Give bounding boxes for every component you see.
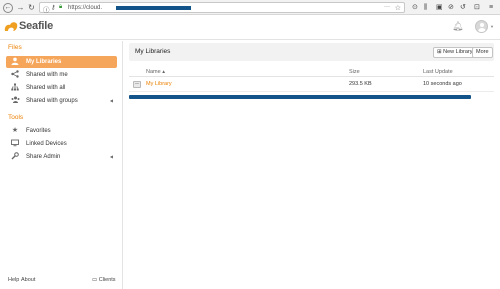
sidebar-item-label: Favorites bbox=[26, 127, 51, 134]
bell-icon[interactable]: 🔔︎ bbox=[452, 21, 463, 32]
address-bar[interactable]: ⓘ ⚷ 🔒︎ https://cloud. ··· ☆ bbox=[39, 2, 405, 14]
sidebar-item-shared-with-me[interactable]: Shared with me bbox=[6, 69, 117, 81]
sidebar-footer: Help About ▭ Clients bbox=[0, 274, 122, 289]
column-header-name[interactable]: Name ▴ bbox=[146, 69, 165, 75]
column-header-last-update[interactable]: Last Update bbox=[423, 69, 453, 75]
plus-icon: ⊞ bbox=[437, 49, 442, 55]
help-link[interactable]: Help bbox=[8, 277, 19, 283]
star-icon: ★ bbox=[11, 127, 19, 134]
files-section-title: Files bbox=[8, 44, 22, 51]
sidebar-item-label: Linked Devices bbox=[26, 140, 67, 147]
sidebar-item-label: Shared with all bbox=[26, 84, 66, 91]
caret-left-icon[interactable]: ◀ bbox=[110, 154, 113, 159]
sidebar: Files My Libraries Shared with me Shared… bbox=[0, 41, 123, 289]
forward-icon[interactable]: → bbox=[16, 3, 25, 12]
library-icon bbox=[133, 81, 141, 88]
about-link[interactable]: About bbox=[21, 277, 35, 283]
caret-left-icon[interactable]: ◀ bbox=[110, 98, 113, 103]
new-library-label: New Library bbox=[443, 49, 473, 55]
sidebar-item-label: My Libraries bbox=[26, 58, 62, 65]
library-last-update: 10 seconds ago bbox=[423, 81, 462, 87]
tools-section-title: Tools bbox=[8, 114, 24, 121]
redaction-bar bbox=[116, 6, 191, 10]
column-header-size[interactable]: Size bbox=[349, 69, 360, 75]
share-icon bbox=[10, 70, 20, 82]
info-icon[interactable]: ⓘ bbox=[43, 4, 50, 14]
user-icon bbox=[10, 57, 20, 69]
reload-icon[interactable]: ↻ bbox=[27, 3, 36, 12]
menu-icon[interactable]: ≡ bbox=[489, 3, 493, 12]
key-icon[interactable]: ⚷ bbox=[51, 4, 55, 11]
sync-icon[interactable]: ⊘ bbox=[448, 3, 454, 12]
new-library-button[interactable]: ⊞ New Library bbox=[433, 47, 477, 58]
monitor-icon: ▭ bbox=[92, 277, 98, 283]
history-icon[interactable]: ↺ bbox=[460, 3, 466, 12]
sidebar-item-my-libraries[interactable]: My Libraries bbox=[6, 56, 117, 68]
panel-header: My Libraries ⊞ New Library More bbox=[129, 43, 494, 61]
sidebar-item-favorites[interactable]: ★ Favorites bbox=[6, 125, 117, 137]
sidebar-item-shared-with-groups[interactable]: Shared with groups ◀ bbox=[6, 95, 117, 107]
logo-text[interactable]: Seafile bbox=[19, 20, 53, 32]
avatar[interactable] bbox=[475, 20, 488, 33]
seafile-logo-icon[interactable] bbox=[4, 20, 18, 32]
page-title: My Libraries bbox=[135, 48, 171, 55]
library-name-link[interactable]: My Library bbox=[146, 81, 172, 87]
clients-link[interactable]: ▭ Clients bbox=[92, 277, 116, 283]
back-icon[interactable]: ← bbox=[3, 3, 13, 13]
wrench-icon bbox=[10, 152, 20, 164]
app-header: Seafile 🔔︎ ▼ bbox=[0, 15, 500, 40]
reader-icon[interactable]: ⊙ bbox=[412, 3, 418, 12]
clients-label: Clients bbox=[98, 277, 116, 283]
table-row[interactable]: My Library 293.5 KB 10 seconds ago bbox=[129, 77, 494, 91]
sidebar-item-share-admin[interactable]: Share Admin ◀ bbox=[6, 151, 117, 163]
bookmark-star-icon[interactable]: ☆ bbox=[395, 4, 401, 12]
library-icon[interactable]: ⫼ bbox=[424, 3, 427, 12]
sidebar-item-linked-devices[interactable]: Linked Devices bbox=[6, 138, 117, 150]
sidebar-item-label: Shared with me bbox=[26, 71, 68, 78]
sidebar-item-label: Shared with groups bbox=[26, 97, 78, 104]
chevron-down-icon[interactable]: ▼ bbox=[490, 24, 494, 29]
extension-icon[interactable]: ⊡ bbox=[474, 3, 480, 12]
library-size: 293.5 KB bbox=[349, 81, 372, 87]
browser-toolbar: ← → ↻ ⓘ ⚷ 🔒︎ https://cloud. ··· ☆ ⊙ ⫼ ▣ … bbox=[0, 0, 500, 15]
sidebar-item-label: Share Admin bbox=[26, 153, 61, 160]
sidebar-icon[interactable]: ▣ bbox=[436, 3, 443, 12]
sidebar-item-shared-with-all[interactable]: Shared with all bbox=[6, 82, 117, 94]
network-icon bbox=[10, 83, 20, 95]
lock-icon: 🔒︎ bbox=[59, 4, 63, 10]
redaction-bar bbox=[129, 95, 471, 99]
more-button[interactable]: More bbox=[472, 47, 493, 58]
url-text[interactable]: https://cloud. bbox=[68, 5, 102, 11]
row-divider bbox=[129, 91, 494, 92]
page-actions-icon[interactable]: ··· bbox=[384, 4, 390, 10]
group-icon bbox=[10, 96, 20, 108]
monitor-icon bbox=[10, 139, 20, 151]
